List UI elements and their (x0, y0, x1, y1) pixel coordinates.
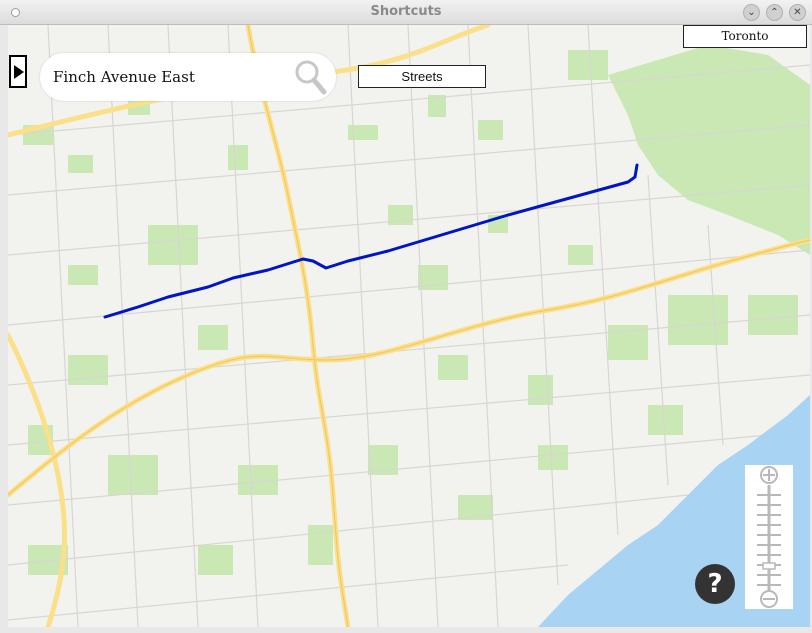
magnifier-icon[interactable] (294, 59, 328, 95)
zoom-control[interactable] (745, 465, 793, 609)
search-input[interactable]: Finch Avenue East (53, 68, 195, 86)
window-title: Shortcuts (370, 4, 442, 19)
close-button[interactable]: ✕ (789, 4, 806, 21)
zoom-in-icon (760, 466, 778, 484)
search-box[interactable]: Finch Avenue East (40, 53, 336, 101)
map-view[interactable]: Finch Avenue East Streets Toronto ? (8, 25, 810, 627)
title-bar: Shortcuts ⌄ ⌃ ✕ (0, 0, 812, 25)
maximize-button[interactable]: ⌃ (766, 4, 783, 21)
minimize-button[interactable]: ⌄ (743, 4, 760, 21)
app-window: Shortcuts ⌄ ⌃ ✕ Finch Avenue East Street… (0, 0, 812, 633)
basemap (8, 25, 810, 627)
help-button[interactable]: ? (695, 564, 735, 604)
city-button[interactable]: Toronto (683, 25, 807, 48)
sidebar-toggle-button[interactable] (9, 55, 27, 88)
zoom-slider-handle (762, 562, 776, 570)
streets-button[interactable]: Streets (358, 65, 486, 88)
